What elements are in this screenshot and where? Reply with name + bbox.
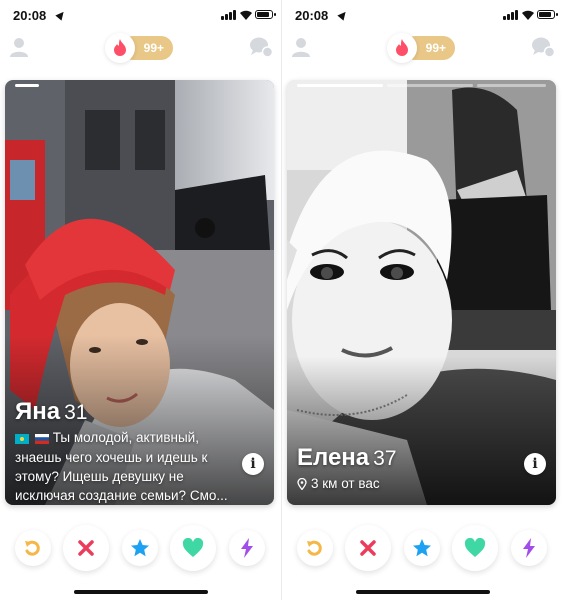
wifi-icon <box>240 10 252 20</box>
profile-icon[interactable] <box>8 36 30 58</box>
profile-distance: 3 км от вас <box>297 476 546 491</box>
action-bar <box>0 525 281 571</box>
profile-icon[interactable] <box>290 36 312 58</box>
super-like-button[interactable] <box>122 530 158 566</box>
distance-text: 3 км от вас <box>311 476 380 491</box>
heart-icon <box>464 538 486 557</box>
photo-progress <box>15 84 264 87</box>
info-icon: i <box>250 456 256 472</box>
status-bar: 20:08 <box>282 0 563 32</box>
profile-age: 31 <box>64 401 88 424</box>
location-pin-icon <box>297 477 307 490</box>
lightning-icon <box>241 538 253 558</box>
profile-card[interactable]: Яна 31 Ты молодой, активный, знаешь чего … <box>5 80 274 505</box>
profile-photo <box>287 80 556 505</box>
phone-screen-right: 20:08 99+ Елена 37 3 км от вас i <box>282 0 563 600</box>
card-info: Яна 31 Ты молодой, активный, знаешь чего … <box>15 398 264 505</box>
profile-name: Яна <box>15 398 61 425</box>
like-button[interactable] <box>452 525 498 571</box>
nope-button[interactable] <box>63 525 109 571</box>
close-icon <box>78 540 94 556</box>
lightning-icon <box>523 538 535 558</box>
likes-you-badge[interactable]: 99+ <box>105 33 175 63</box>
flame-logo-button[interactable] <box>105 33 135 63</box>
profile-age: 37 <box>373 447 397 470</box>
like-button[interactable] <box>170 525 216 571</box>
likes-count: 99+ <box>425 41 446 55</box>
photo-indicator-active <box>15 84 39 87</box>
cellular-signal-icon <box>221 10 237 20</box>
status-bar: 20:08 <box>0 0 281 32</box>
rewind-icon <box>307 540 322 556</box>
phone-screen-left: 20:08 99+ Яна 31 Ты молодой, активный, з… <box>0 0 281 600</box>
profile-card[interactable]: Елена 37 3 км от вас i <box>287 80 556 505</box>
close-icon <box>360 540 376 556</box>
top-navigation: 99+ <box>0 30 281 66</box>
chat-bubbles-icon[interactable] <box>249 36 273 58</box>
action-bar <box>282 525 563 571</box>
location-services-icon <box>337 9 349 21</box>
nope-button[interactable] <box>345 525 391 571</box>
likes-you-badge[interactable]: 99+ <box>387 33 457 63</box>
kazakhstan-flag-icon <box>15 434 29 445</box>
flame-icon <box>114 39 126 56</box>
wifi-icon <box>522 10 534 20</box>
card-info: Елена 37 3 км от вас <box>297 444 546 491</box>
cellular-signal-icon <box>503 10 519 20</box>
info-button[interactable]: i <box>242 453 264 475</box>
super-like-button[interactable] <box>404 530 440 566</box>
photo-indicator-active <box>297 84 383 87</box>
profile-name: Елена <box>297 444 370 471</box>
country-flags <box>15 429 51 448</box>
battery-icon <box>255 10 276 19</box>
top-navigation: 99+ <box>282 30 563 66</box>
heart-icon <box>182 538 204 557</box>
status-time: 20:08 <box>13 8 47 23</box>
rewind-icon <box>25 540 40 556</box>
location-services-icon <box>55 9 67 21</box>
photo-indicator <box>477 84 546 87</box>
status-time: 20:08 <box>295 8 329 23</box>
russia-flag-icon <box>34 434 49 445</box>
boost-button[interactable] <box>229 530 265 566</box>
photo-indicator <box>387 84 473 87</box>
info-icon: i <box>532 456 538 472</box>
rewind-button[interactable] <box>297 530 333 566</box>
profile-bio: Ты молодой, активный, знаешь чего хочешь… <box>15 428 237 505</box>
likes-count: 99+ <box>143 41 164 55</box>
flame-icon <box>396 39 408 56</box>
chat-bubbles-icon[interactable] <box>531 36 555 58</box>
home-indicator <box>355 590 490 594</box>
home-indicator <box>73 590 208 594</box>
star-icon <box>413 539 431 557</box>
star-icon <box>131 539 149 557</box>
boost-button[interactable] <box>511 530 547 566</box>
flame-logo-button[interactable] <box>387 33 417 63</box>
rewind-button[interactable] <box>15 530 51 566</box>
photo-progress <box>297 84 546 87</box>
info-button[interactable]: i <box>524 453 546 475</box>
battery-icon <box>537 10 558 19</box>
